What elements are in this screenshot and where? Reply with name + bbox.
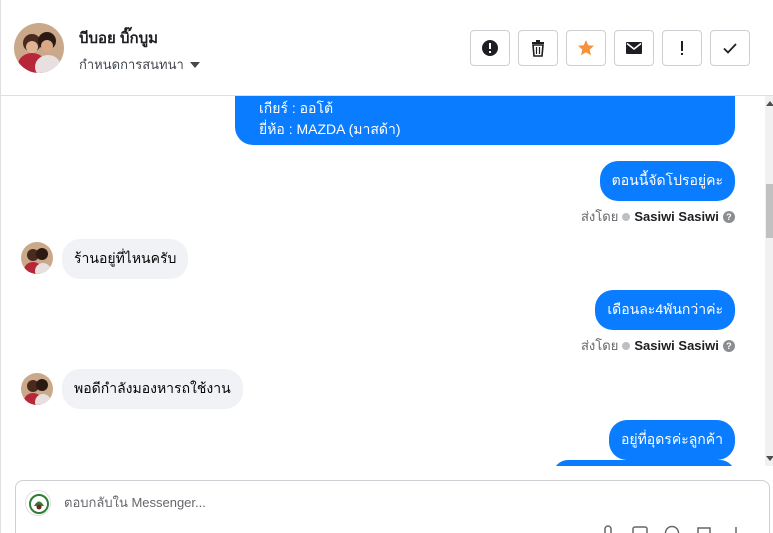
sender-name[interactable]: Sasiwi Sasiwi: [634, 209, 719, 224]
message-line: เกียร์ : ออโต้: [259, 100, 334, 116]
outgoing-message[interactable]: เกียร์ : ออโต้ ยี่ห้อ : MAZDA (มาสด้า): [235, 96, 735, 145]
conversation-header: บีบอย บิ๊กบูม กำหนดการสนทนา: [1, 0, 773, 96]
page-icon: [622, 212, 631, 221]
page-icon: [622, 341, 631, 350]
contact-avatar[interactable]: [14, 23, 64, 73]
image-icon[interactable]: [632, 525, 648, 533]
sent-by-prefix: ส่งโดย: [581, 338, 619, 353]
star-button[interactable]: [566, 30, 606, 66]
conversation-settings-dropdown[interactable]: กำหนดการสนทนา: [79, 54, 200, 75]
messenger-inbox-panel: บีบอย บิ๊กบูม กำหนดการสนทนา เกียร์: ออโ…: [0, 0, 773, 533]
sent-by-prefix: ส่งโดย: [581, 209, 619, 224]
conversation-settings-label: กำหนดการสนทนา: [79, 57, 184, 72]
incoming-message[interactable]: ร้านอยู่ที่ไหนครับ: [62, 239, 189, 279]
scrollbar-thumb[interactable]: [766, 184, 773, 238]
scroll-up-arrow-icon[interactable]: [766, 101, 773, 106]
incoming-message[interactable]: พอดีกำลังมองหารถใช้งาน: [62, 369, 243, 409]
done-button[interactable]: [710, 30, 750, 66]
outgoing-message[interactable]: เดือนละ4พันกว่าค่ะ: [595, 290, 735, 330]
reply-composer: [15, 480, 770, 533]
spam-button[interactable]: [470, 30, 510, 66]
attachment-icon[interactable]: [600, 525, 616, 533]
trash-icon: [532, 40, 544, 57]
conversation-actions: [470, 30, 750, 66]
composer-toolbar: [600, 525, 744, 533]
page-avatar: [25, 490, 51, 516]
follow-up-button[interactable]: [662, 30, 702, 66]
saved-replies-icon[interactable]: [696, 525, 712, 533]
contact-avatar-small: [21, 242, 53, 274]
contact-avatar-small: [21, 373, 53, 405]
message-line: ยี่ห้อ : MAZDA (มาสด้า): [259, 121, 401, 137]
outgoing-message-partial[interactable]: [553, 460, 735, 466]
caret-down-icon: [189, 61, 200, 68]
sent-by-label: ส่งโดย Sasiwi Sasiwi ?: [581, 206, 735, 227]
sent-by-label: ส่งโดย Sasiwi Sasiwi ?: [581, 335, 735, 356]
outgoing-message[interactable]: ตอนนี้จัดโปรอยู่คะ: [599, 161, 735, 201]
message-thread: เกียร์ : ออโต้ ยี่ห้อ : MAZDA (มาสด้า) ต…: [1, 96, 765, 466]
emoji-icon[interactable]: [664, 525, 680, 533]
check-icon: [723, 43, 737, 54]
delete-button[interactable]: [518, 30, 558, 66]
sender-name[interactable]: Sasiwi Sasiwi: [634, 338, 719, 353]
envelope-icon: [626, 42, 642, 54]
alert-circle-icon: [482, 40, 498, 56]
help-icon[interactable]: ?: [722, 339, 735, 352]
thread-scrollbar[interactable]: [765, 96, 773, 466]
mark-unread-button[interactable]: [614, 30, 654, 66]
scroll-down-arrow-icon[interactable]: [766, 456, 773, 461]
star-icon: [578, 40, 594, 56]
reply-input[interactable]: [64, 495, 714, 510]
exclamation-icon: [681, 41, 683, 55]
more-icon[interactable]: [728, 525, 744, 533]
outgoing-message[interactable]: อยู่ที่อุดรค่ะลูกค้า: [608, 420, 735, 460]
help-icon[interactable]: ?: [722, 210, 735, 223]
contact-name[interactable]: บีบอย บิ๊กบูม: [79, 26, 158, 50]
